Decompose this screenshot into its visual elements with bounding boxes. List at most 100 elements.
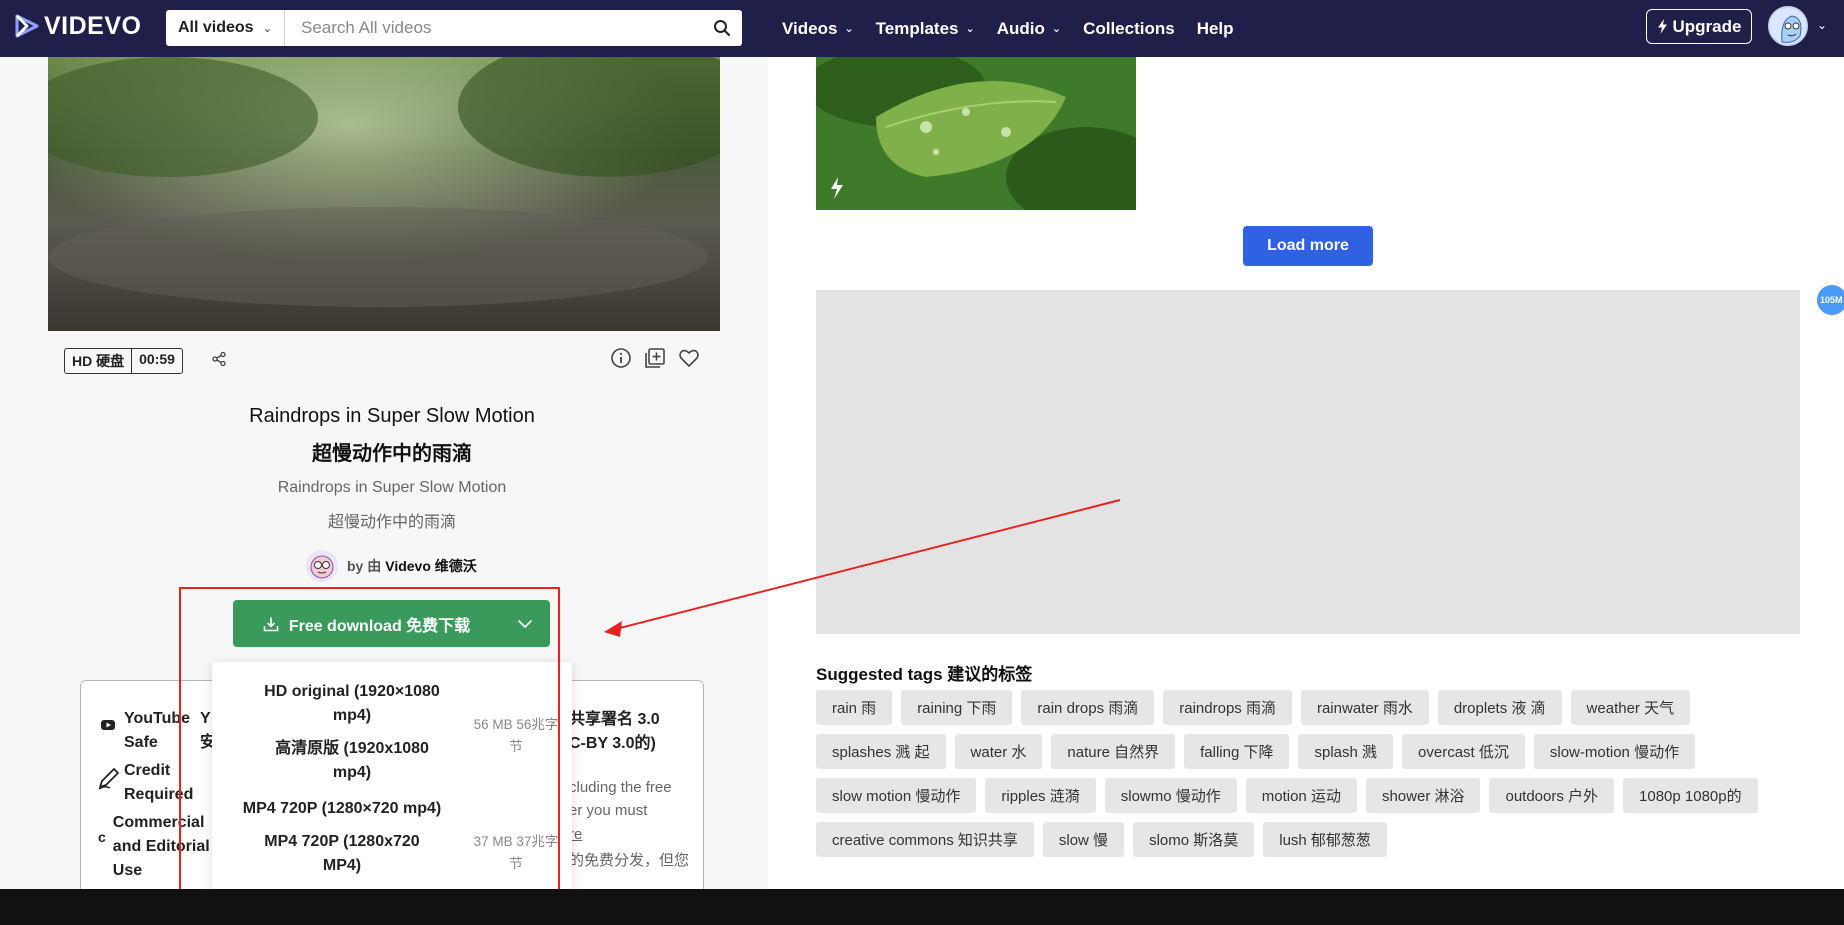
- license-cc-desc-line2: er you must: [569, 802, 648, 820]
- credit-pen-icon: [98, 768, 119, 790]
- video-preview-image: [48, 57, 720, 331]
- license-cc-description: cluding the free er you must re 的免费分发，但您: [569, 776, 689, 872]
- license-cc-title: 共享署名 3.0 C-BY 3.0的): [569, 708, 660, 756]
- free-download-button[interactable]: Free download 免费下载: [233, 600, 550, 647]
- nav-audio[interactable]: Audio ⌄: [997, 19, 1061, 39]
- info-icon[interactable]: [610, 347, 632, 369]
- search-bar: All videos ⌄: [166, 10, 742, 46]
- related-video-image: [816, 57, 1136, 210]
- license-cc-desc-line1: cluding the free: [569, 779, 672, 796]
- lightning-icon: [1657, 19, 1667, 34]
- tag-item[interactable]: slow motion 慢动作: [816, 778, 977, 813]
- license-youtube-line1: YouTube: [124, 710, 191, 727]
- license-commercial-line2: and Editorial: [112, 838, 210, 855]
- duration-badge: 00:59: [139, 351, 175, 367]
- option-720p-size-line1: 37 MB 37兆字: [473, 834, 559, 849]
- related-video-thumbnail[interactable]: [816, 57, 1136, 210]
- option-720p-line2: MP4 720P (1280x720: [264, 833, 420, 850]
- tag-item[interactable]: lush 郁郁葱葱: [1263, 822, 1387, 857]
- chevron-down-icon: [517, 619, 533, 628]
- chevron-down-icon: ⌄: [1051, 23, 1062, 35]
- tag-item[interactable]: ripples 涟漪: [985, 778, 1096, 813]
- option-hd-name: HD original (1920×1080 mp4) 高清原版 (1920x1…: [232, 680, 472, 785]
- tag-item[interactable]: slow-motion 慢动作: [1533, 734, 1696, 769]
- tag-item[interactable]: 1080p 1080p的: [1623, 778, 1758, 813]
- author-info[interactable]: by 由 Videvo 维德沃: [306, 550, 477, 582]
- video-preview[interactable]: [48, 57, 720, 331]
- search-icon: [714, 20, 730, 36]
- videvo-logo[interactable]: VIDEVO: [14, 11, 141, 41]
- load-more-button[interactable]: Load more: [1243, 226, 1373, 266]
- tag-item[interactable]: nature 自然界: [1051, 734, 1176, 769]
- video-subtitle-en: Raindrops in Super Slow Motion: [277, 479, 507, 496]
- tag-item[interactable]: raindrops 雨滴: [1163, 690, 1292, 725]
- option-720p-size: 37 MB 37兆字 节: [460, 831, 572, 874]
- download-main[interactable]: Free download 免费下载: [233, 600, 500, 647]
- search-input[interactable]: [285, 10, 702, 46]
- download-label: Free download 免费下载: [288, 617, 471, 635]
- tag-item[interactable]: weather 天气: [1570, 690, 1691, 725]
- option-hd-size: 56 MB 56兆字 节: [460, 714, 572, 757]
- tag-item[interactable]: shower 淋浴: [1365, 778, 1481, 813]
- tag-row: rain 雨 raining 下雨 rain drops 雨滴 raindrop…: [816, 690, 1796, 725]
- tag-item[interactable]: slow 慢: [1042, 822, 1125, 857]
- tag-item[interactable]: splashes 溅 起: [816, 734, 946, 769]
- ad-placeholder: [816, 290, 1800, 634]
- license-commercial-use: c Commercial and Editorial Use: [98, 811, 210, 883]
- add-to-collection-icon[interactable]: [644, 347, 666, 369]
- nav-audio-label: Audio: [996, 18, 1045, 38]
- author-name: Videvo 维德沃: [385, 558, 477, 574]
- tag-item[interactable]: slowmo 慢动作: [1104, 778, 1237, 813]
- tag-item[interactable]: creative commons 知识共享: [816, 822, 1034, 857]
- video-title-zh: 超慢动作中的雨滴: [312, 443, 472, 465]
- nav-videos[interactable]: Videos ⌄: [782, 19, 854, 39]
- license-youtube-line2: Safe: [124, 734, 158, 751]
- tag-item[interactable]: rainwater 雨水: [1300, 690, 1429, 725]
- user-avatar[interactable]: [1768, 6, 1808, 46]
- tag-item[interactable]: rain 雨: [816, 690, 893, 725]
- nav-collections[interactable]: Collections: [1083, 19, 1175, 39]
- tag-item[interactable]: overcast 低沉: [1402, 734, 1525, 769]
- tag-item[interactable]: motion 运动: [1245, 778, 1357, 813]
- option-hd-size-line2: 节: [509, 738, 523, 754]
- search-category-select[interactable]: All videos ⌄: [166, 10, 285, 46]
- tag-item[interactable]: raining 下雨: [901, 690, 1013, 725]
- tag-item[interactable]: rain drops 雨滴: [1021, 690, 1155, 725]
- license-cc-desc-link[interactable]: re: [569, 823, 689, 846]
- tag-item[interactable]: slomo 斯洛莫: [1133, 822, 1255, 857]
- nav-templates-label: Templates: [875, 18, 959, 38]
- tag-item[interactable]: droplets 液 滴: [1437, 690, 1562, 725]
- commercial-icon: c: [98, 829, 106, 845]
- nav-videos-label: Videos: [782, 18, 838, 38]
- tag-item[interactable]: outdoors 户外: [1489, 778, 1615, 813]
- option-hd-line2: mp4): [332, 707, 372, 724]
- download-options-toggle[interactable]: [500, 600, 550, 647]
- nav-help[interactable]: Help: [1197, 19, 1234, 39]
- side-floating-badge[interactable]: 105M: [1817, 285, 1844, 315]
- option-hd-line3: 高清原版 (1920x1080: [275, 740, 429, 757]
- license-credit-required: Credit Required: [96, 759, 193, 807]
- search-category-label: All videos: [178, 19, 254, 36]
- license-credit-line1: Credit: [124, 762, 171, 779]
- video-title-en: Raindrops in Super Slow Motion: [249, 405, 535, 427]
- avatar-face-icon: [1770, 8, 1806, 44]
- top-navigation-bar: VIDEVO All videos ⌄ Videos ⌄ Templates ⌄…: [0, 0, 1844, 57]
- tag-item[interactable]: falling 下降: [1184, 734, 1290, 769]
- logo-text: VIDEVO: [44, 11, 142, 40]
- tag-item[interactable]: splash 溅: [1298, 734, 1394, 769]
- video-actions: [610, 347, 712, 369]
- tag-item[interactable]: water 水: [954, 734, 1043, 769]
- download-icon: [263, 617, 279, 631]
- chevron-down-icon: ⌄: [844, 23, 854, 35]
- search-button[interactable]: [702, 10, 742, 46]
- download-option-hd-original[interactable]: HD original (1920×1080 mp4) 高清原版 (1920x1…: [212, 662, 572, 792]
- share-icon[interactable]: [211, 351, 227, 372]
- youtube-safe-icon: [101, 720, 115, 730]
- nav-templates[interactable]: Templates ⌄: [876, 19, 975, 39]
- heart-icon[interactable]: [678, 347, 700, 369]
- upgrade-button[interactable]: Upgrade: [1646, 9, 1752, 44]
- video-meta-row: HD 硬盘 00:59: [64, 348, 227, 374]
- suggested-tags-title: Suggested tags 建议的标签: [816, 665, 1033, 684]
- license-cc-desc-line3: 的免费分发，但您: [569, 851, 690, 869]
- chevron-down-icon[interactable]: ⌄: [1817, 18, 1827, 32]
